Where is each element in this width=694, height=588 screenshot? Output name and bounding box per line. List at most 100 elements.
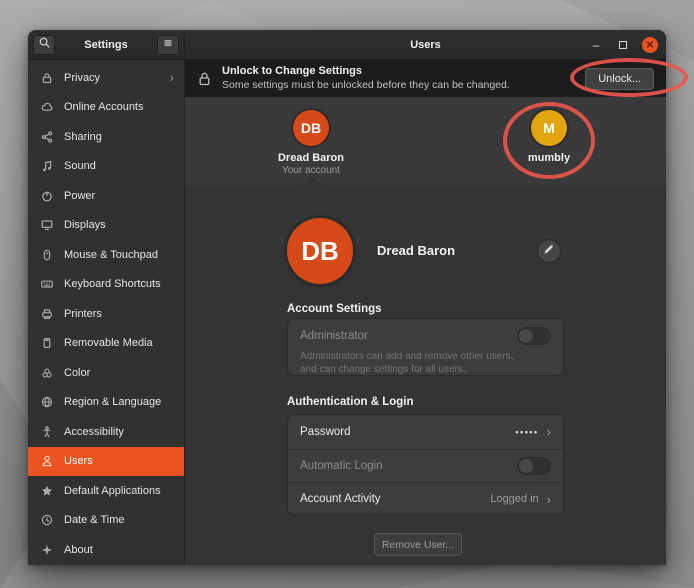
sidebar-item-printers[interactable]: Printers bbox=[28, 299, 184, 329]
minimize-button[interactable]: – bbox=[588, 37, 604, 53]
globe-icon bbox=[40, 395, 54, 409]
sidebar-item-label: Removable Media bbox=[64, 337, 153, 349]
sidebar-item-date-time[interactable]: Date & Time bbox=[28, 506, 184, 536]
unlock-button[interactable]: Unlock... bbox=[585, 68, 654, 90]
settings-window: Settings Users – ✕ Privacy › Online Acco… bbox=[28, 30, 666, 565]
sidebar-item-online-accounts[interactable]: Online Accounts bbox=[28, 93, 184, 123]
carousel-selected-notch bbox=[300, 176, 322, 185]
window-controls: – ✕ bbox=[588, 30, 658, 60]
keyboard-icon bbox=[40, 277, 54, 291]
users-icon bbox=[40, 454, 54, 468]
sidebar-item-label: Privacy bbox=[64, 72, 100, 84]
chevron-right-icon: › bbox=[547, 492, 551, 507]
sidebar-nav: Privacy › Online Accounts Sharing Sound … bbox=[28, 60, 185, 565]
toggle-knob bbox=[519, 459, 533, 473]
toggle-knob bbox=[519, 329, 533, 343]
row-toggle[interactable] bbox=[517, 457, 551, 475]
sidebar-item-sharing[interactable]: Sharing bbox=[28, 122, 184, 152]
sidebar-item-sound[interactable]: Sound bbox=[28, 152, 184, 182]
user-avatar: DB bbox=[293, 110, 329, 146]
unlock-text: Unlock to Change Settings Some settings … bbox=[222, 65, 510, 92]
unlock-title: Unlock to Change Settings bbox=[222, 65, 510, 79]
remove-user-button[interactable]: Remove User... bbox=[374, 533, 462, 556]
administrator-label: Administrator bbox=[300, 330, 368, 342]
profile-avatar[interactable]: DB bbox=[287, 218, 353, 284]
sidebar-item-label: Keyboard Shortcuts bbox=[64, 278, 161, 290]
share-icon bbox=[40, 130, 54, 144]
row-label: Password bbox=[300, 426, 351, 438]
sidebar-item-color[interactable]: Color bbox=[28, 358, 184, 388]
sidebar-item-keyboard-shortcuts[interactable]: Keyboard Shortcuts bbox=[28, 270, 184, 300]
user-carousel: DB Dread Baron Your account M mumbly bbox=[185, 97, 666, 185]
sparkle-icon bbox=[40, 543, 54, 557]
user-chip-dread-baron[interactable]: DB Dread Baron Your account bbox=[251, 110, 371, 176]
row-value: Logged in bbox=[490, 493, 538, 505]
mouse-icon bbox=[40, 248, 54, 262]
sidebar-item-label: Printers bbox=[64, 308, 102, 320]
cloud-icon bbox=[40, 100, 54, 114]
sidebar-item-mouse-touchpad[interactable]: Mouse & Touchpad bbox=[28, 240, 184, 270]
sidebar-item-label: Region & Language bbox=[64, 396, 161, 408]
sidebar-item-accessibility[interactable]: Accessibility bbox=[28, 417, 184, 447]
unlock-subtitle: Some settings must be unlocked before th… bbox=[222, 79, 510, 92]
row-label: Automatic Login bbox=[300, 460, 382, 472]
row-value: ••••• bbox=[515, 427, 538, 437]
account-settings-card: Administrator Administrators can add and… bbox=[287, 318, 564, 376]
accessibility-icon bbox=[40, 425, 54, 439]
row-label: Account Activity bbox=[300, 493, 381, 505]
sidebar-item-privacy[interactable]: Privacy › bbox=[28, 63, 184, 93]
clock-icon bbox=[40, 513, 54, 527]
users-panel: Unlock to Change Settings Some settings … bbox=[185, 60, 666, 565]
edit-name-button[interactable] bbox=[537, 239, 561, 263]
music-note-icon bbox=[40, 159, 54, 173]
color-icon bbox=[40, 366, 54, 380]
sidebar-item-label: Sharing bbox=[64, 131, 102, 143]
close-button[interactable]: ✕ bbox=[642, 37, 658, 53]
sidebar-item-displays[interactable]: Displays bbox=[28, 211, 184, 241]
sidebar-item-label: Mouse & Touchpad bbox=[64, 249, 158, 261]
sidebar-item-label: Displays bbox=[64, 219, 106, 231]
sidebar-item-label: Color bbox=[64, 367, 90, 379]
maximize-button[interactable] bbox=[615, 37, 631, 53]
star-icon bbox=[40, 484, 54, 498]
user-name: Dread Baron bbox=[278, 152, 344, 164]
sidebar-item-label: Default Applications bbox=[64, 485, 161, 497]
pencil-icon bbox=[543, 242, 555, 260]
maximize-icon bbox=[619, 41, 627, 49]
sidebar-item-region-language[interactable]: Region & Language bbox=[28, 388, 184, 418]
sidebar-item-label: Power bbox=[64, 190, 95, 202]
administrator-toggle[interactable] bbox=[517, 327, 551, 345]
hamburger-menu-icon bbox=[162, 36, 174, 54]
section-heading-auth-login: Authentication & Login bbox=[287, 396, 564, 408]
profile-header: DB Dread Baron bbox=[287, 218, 564, 284]
auth-login-card: Password ••••• › Automatic Login Account… bbox=[287, 414, 564, 515]
titlebar: Settings Users – ✕ bbox=[28, 30, 666, 60]
sidebar-item-label: Accessibility bbox=[64, 426, 124, 438]
chevron-right-icon: › bbox=[547, 424, 551, 439]
row-password[interactable]: Password ••••• › bbox=[288, 415, 563, 449]
user-chip-mumbly[interactable]: M mumbly bbox=[489, 110, 609, 164]
row-account-activity[interactable]: Account Activity Logged in › bbox=[288, 482, 563, 516]
profile-name: Dread Baron bbox=[377, 243, 455, 258]
user-subtitle: Your account bbox=[282, 165, 340, 176]
sidebar-item-about[interactable]: About bbox=[28, 535, 184, 565]
sidebar-item-label: About bbox=[64, 544, 93, 556]
unlock-infobar: Unlock to Change Settings Some settings … bbox=[185, 60, 666, 97]
printer-icon bbox=[40, 307, 54, 321]
user-avatar: M bbox=[531, 110, 567, 146]
sidebar-item-label: Date & Time bbox=[64, 514, 125, 526]
sidebar-item-removable-media[interactable]: Removable Media bbox=[28, 329, 184, 359]
sidebar-item-label: Sound bbox=[64, 160, 96, 172]
display-icon bbox=[40, 218, 54, 232]
sidebar-item-default-applications[interactable]: Default Applications bbox=[28, 476, 184, 506]
section-heading-account-settings: Account Settings bbox=[287, 303, 564, 315]
row-automatic-login[interactable]: Automatic Login bbox=[288, 449, 563, 483]
user-detail-area: DB Dread Baron Account Settings Administ… bbox=[185, 185, 666, 565]
removable-media-icon bbox=[40, 336, 54, 350]
sidebar-item-users[interactable]: Users bbox=[28, 447, 184, 477]
menu-button[interactable] bbox=[157, 35, 179, 55]
sidebar-item-label: Users bbox=[64, 455, 93, 467]
sidebar-item-power[interactable]: Power bbox=[28, 181, 184, 211]
lock-icon bbox=[40, 71, 54, 85]
sidebar-item-label: Online Accounts bbox=[64, 101, 144, 113]
